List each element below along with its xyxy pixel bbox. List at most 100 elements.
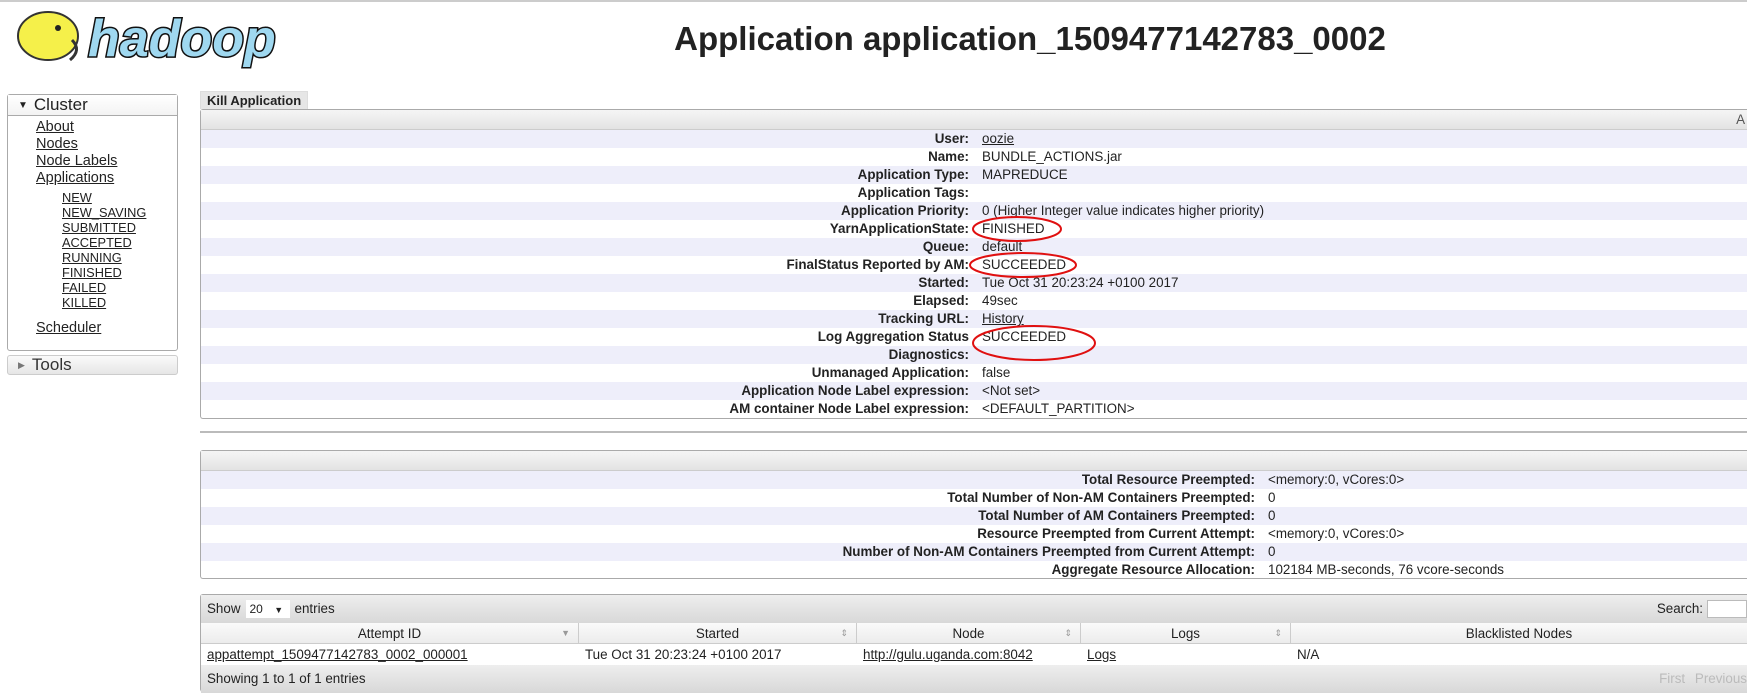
col-attempt-id[interactable]: Attempt ID ▼ <box>201 623 579 643</box>
page-title: Application application_1509477142783_00… <box>674 20 1386 57</box>
preemption-header <box>201 451 1747 471</box>
info-label: Diagnostics: <box>888 347 969 362</box>
nav-state-accepted[interactable]: ACCEPTED <box>62 235 132 250</box>
info-value: Tue Oct 31 20:23:24 +0100 2017 <box>982 275 1179 290</box>
dropdown-icon: ▼ <box>274 605 284 615</box>
info-label: Total Number of Non-AM Containers Preemp… <box>947 490 1255 505</box>
nav-scheduler[interactable]: Scheduler <box>36 320 101 336</box>
info-row: Elapsed: 49sec <box>201 292 1747 310</box>
search-input[interactable] <box>1707 600 1747 618</box>
preemption-metrics: Total Resource Preempted: <memory:0, vCor… <box>200 450 1747 579</box>
info-link[interactable]: oozie <box>969 130 1014 148</box>
info-value: 0 <box>1268 490 1276 505</box>
info-row: YarnApplicationState: FINISHED <box>201 220 1747 238</box>
info-link[interactable]: History <box>969 310 1024 328</box>
nav-about[interactable]: About <box>36 119 74 135</box>
first-page-button[interactable]: First <box>1659 671 1685 686</box>
info-row: Application Type: MAPREDUCE <box>201 166 1747 184</box>
info-row: Diagnostics: <box>201 346 1747 364</box>
info-label: AM container Node Label expression: <box>729 401 969 416</box>
info-value: <memory:0, vCores:0> <box>1268 472 1405 487</box>
col-started[interactable]: Started ⇕ <box>579 623 857 643</box>
nav-state-failed[interactable]: FAILED <box>62 280 106 295</box>
info-value: 0 <box>1268 508 1276 523</box>
nav-state-finished[interactable]: FINISHED <box>62 265 122 280</box>
divider <box>200 431 1747 433</box>
info-label: Tracking URL: <box>878 311 969 326</box>
info-row: Tracking URL: History <box>201 310 1747 328</box>
attempt-id-link[interactable]: appattempt_1509477142783_0002_000001 <box>207 647 468 662</box>
info-label: Started: <box>918 275 969 290</box>
show-label: Show <box>207 601 241 616</box>
attempts-table: Show 20 ▼ entries Search: Attempt ID ▼ St… <box>200 594 1747 693</box>
page-size-select[interactable]: 20 ▼ <box>245 600 290 618</box>
triangle-right-icon: ▶ <box>18 360 25 370</box>
info-label: Application Priority: <box>841 203 969 218</box>
info-row: Total Resource Preempted: <memory:0, vCor… <box>201 471 1747 489</box>
svg-text:hadoop: hadoop <box>88 10 276 68</box>
tools-label: Tools <box>31 355 72 374</box>
info-label: Log Aggregation Status <box>817 329 969 344</box>
info-label: Queue: <box>922 239 969 254</box>
info-row: AM container Node Label expression: <DEFA… <box>201 400 1747 418</box>
info-row: Aggregate Resource Allocation: 102184 MB-… <box>201 561 1747 579</box>
col-node[interactable]: Node ⇕ <box>857 623 1081 643</box>
info-value: <Not set> <box>982 383 1041 398</box>
info-value: default <box>982 239 1023 254</box>
info-label: Total Number of AM Containers Preempted: <box>978 508 1255 523</box>
sidebar: ▼ Cluster About Nodes Node Labels Applica… <box>7 94 178 351</box>
info-label: Number of Non-AM Containers Preempted fr… <box>842 544 1255 559</box>
info-row: Number of Non-AM Containers Preempted fr… <box>201 543 1747 561</box>
cluster-section-toggle[interactable]: ▼ Cluster <box>8 95 177 116</box>
sort-desc-icon: ▼ <box>561 628 570 638</box>
application-overview: A User: oozie Name: BUNDLE_ACTIONS.jar Appli… <box>200 109 1747 419</box>
col-blacklisted-nodes[interactable]: Blacklisted Nodes <box>1291 623 1747 643</box>
info-value: <DEFAULT_PARTITION> <box>982 401 1135 416</box>
nav-applications[interactable]: Applications <box>36 170 114 186</box>
sort-icon: ⇕ <box>1064 628 1072 638</box>
info-value: SUCCEEDED <box>982 329 1067 344</box>
info-label: FinalStatus Reported by AM: <box>786 257 969 272</box>
blacklisted-nodes: N/A <box>1297 647 1320 662</box>
col-logs[interactable]: Logs ⇕ <box>1081 623 1291 643</box>
showing-info: Showing 1 to 1 of 1 entries <box>207 671 366 686</box>
kill-application-button[interactable]: Kill Application <box>200 91 309 109</box>
info-value: BUNDLE_ACTIONS.jar <box>982 149 1122 164</box>
nav-state-new[interactable]: NEW <box>62 190 92 205</box>
info-value: SUCCEEDED <box>982 257 1067 272</box>
nav-node-labels[interactable]: Node Labels <box>36 153 117 169</box>
info-value <box>969 184 982 202</box>
info-value: 0 <box>1268 544 1276 559</box>
info-row: Resource Preempted from Current Attempt:… <box>201 525 1747 543</box>
info-label: Name: <box>928 149 969 164</box>
logs-link[interactable]: Logs <box>1087 647 1116 662</box>
node-link[interactable]: http://gulu.uganda.com:8042 <box>863 647 1033 662</box>
info-row: Application Node Label expression: <Not s… <box>201 382 1747 400</box>
nav-state-running[interactable]: RUNNING <box>62 250 122 265</box>
info-value <box>969 346 982 364</box>
info-value: <memory:0, vCores:0> <box>1268 526 1405 541</box>
previous-page-button[interactable]: Previous <box>1695 671 1747 686</box>
info-row: Started: Tue Oct 31 20:23:24 +0100 2017 <box>201 274 1747 292</box>
table-row: appattempt_1509477142783_0002_000001 Tue… <box>201 644 1747 665</box>
table-header: Attempt ID ▼ Started ⇕ Node ⇕ Logs ⇕ Blackli… <box>201 623 1747 644</box>
info-label: Application Type: <box>857 167 969 182</box>
info-row: Total Number of AM Containers Preempted:… <box>201 507 1747 525</box>
tools-section-toggle[interactable]: ▶ Tools <box>7 355 178 375</box>
nav-state-submitted[interactable]: SUBMITTED <box>62 220 136 235</box>
info-label: Aggregate Resource Allocation: <box>1051 562 1255 577</box>
cluster-label: Cluster <box>33 95 88 114</box>
info-label: Application Node Label expression: <box>741 383 969 398</box>
info-label: User: <box>934 131 969 146</box>
info-row: Name: BUNDLE_ACTIONS.jar <box>201 148 1747 166</box>
info-label: Total Resource Preempted: <box>1081 472 1255 487</box>
info-row: FinalStatus Reported by AM: SUCCEEDED <box>201 256 1747 274</box>
nav-state-killed[interactable]: KILLED <box>62 295 106 310</box>
info-value: 102184 MB-seconds, 76 vcore-seconds <box>1268 562 1504 577</box>
nav-nodes[interactable]: Nodes <box>36 136 78 152</box>
info-label: Elapsed: <box>913 293 969 308</box>
info-value: 0 (Higher Integer value indicates higher… <box>982 203 1265 218</box>
nav-state-new-saving[interactable]: NEW_SAVING <box>62 205 146 220</box>
info-value: FINISHED <box>982 221 1045 236</box>
info-value: MAPREDUCE <box>982 167 1068 182</box>
